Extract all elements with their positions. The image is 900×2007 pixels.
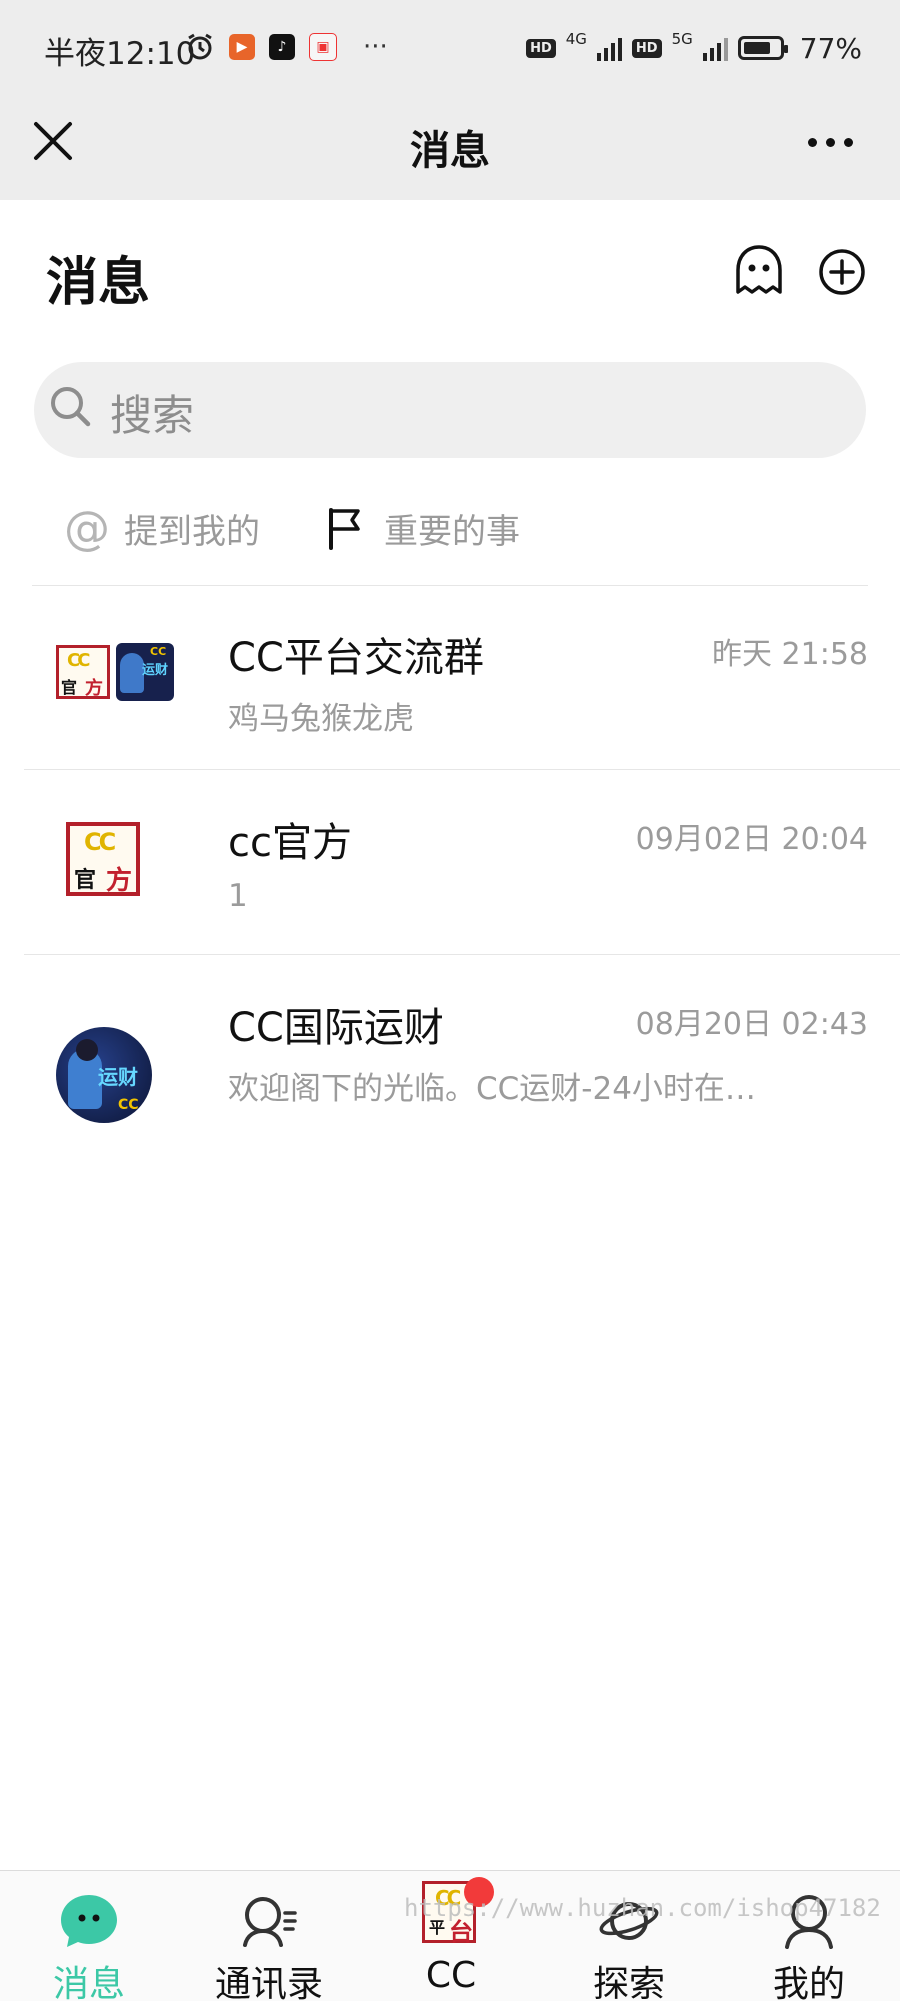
video-app-icon: ▶ bbox=[229, 34, 255, 60]
network-label-1: 4G bbox=[565, 30, 587, 48]
conversation-preview: 欢迎阁下的光临。CC运财-24小时在… bbox=[228, 1071, 756, 1107]
hd-badge-2: HD bbox=[631, 38, 662, 58]
status-time: 半夜12:10 bbox=[44, 36, 196, 72]
chat-bubble-icon bbox=[61, 1895, 117, 1947]
conversation-time: 08月20日 02:43 bbox=[635, 1007, 868, 1042]
hd-badge-1: HD bbox=[526, 38, 556, 58]
tab-messages-label: 消息 bbox=[52, 1964, 125, 2005]
conversation-preview: 1 bbox=[228, 878, 248, 914]
battery-percent: 77% bbox=[799, 31, 862, 65]
status-notification-icons: ▶ ♪ ▣ ··· bbox=[185, 30, 388, 64]
ghost-icon[interactable] bbox=[734, 244, 784, 296]
status-bar: 半夜12:10 ▶ ♪ ▣ ··· HD 4G HD 5G 77% bbox=[0, 0, 900, 96]
signal-bars-2-icon bbox=[702, 35, 728, 61]
conversation-name: CC平台交流群 bbox=[228, 635, 484, 681]
search-placeholder: 搜索 bbox=[110, 391, 195, 440]
filter-mentions[interactable]: @ 提到我的 bbox=[64, 500, 260, 556]
contacts-icon bbox=[243, 1897, 297, 1947]
filter-important[interactable]: 重要的事 bbox=[326, 500, 520, 556]
search-icon bbox=[51, 387, 91, 427]
conversation-name: CC国际运财 bbox=[228, 1005, 444, 1051]
title-bar-title: 消息 bbox=[410, 128, 490, 174]
at-icon: @ bbox=[64, 501, 110, 555]
watermark: https://www.huzhan.com/ishop47182 bbox=[404, 1894, 881, 1922]
filter-important-label: 重要的事 bbox=[384, 511, 520, 552]
tab-contacts-label: 通讯录 bbox=[214, 1964, 323, 2005]
conversation-preview: 鸡马兔猴龙虎 bbox=[228, 701, 414, 737]
battery-icon bbox=[737, 36, 788, 60]
conversation-row[interactable]: 运财 CC CC国际运财 08月20日 02:43 欢迎阁下的光临。CC运财-2… bbox=[0, 955, 900, 1139]
tab-cc[interactable]: CC 平 台 CC bbox=[376, 1871, 526, 2001]
tab-contacts[interactable]: 通讯录 bbox=[194, 1871, 344, 2005]
tab-explore[interactable]: 探索 bbox=[554, 1871, 704, 2005]
tab-cc-label: CC bbox=[425, 1955, 477, 1996]
conversation-time: 09月02日 20:04 bbox=[635, 822, 868, 857]
group-avatar: CC 官 方 运财 CC bbox=[56, 623, 174, 721]
flag-icon bbox=[329, 508, 360, 550]
tiktok-icon: ♪ bbox=[269, 34, 295, 60]
signal-bars-1-icon bbox=[596, 35, 622, 61]
yuncai-avatar: 运财 CC bbox=[56, 993, 174, 1123]
plus-circle-icon[interactable] bbox=[818, 248, 866, 296]
more-notifications: ··· bbox=[363, 32, 388, 62]
filter-mentions-label: 提到我的 bbox=[124, 511, 260, 552]
tab-me[interactable]: 我的 bbox=[734, 1871, 884, 2005]
page-title: 消息 bbox=[46, 253, 151, 313]
xiaohongshu-icon: ▣ bbox=[309, 33, 337, 61]
official-stamp-avatar: CC 官 方 bbox=[56, 808, 174, 906]
bottom-tab-bar: 消息 通讯录 CC 平 台 CC 探索 我的 bbox=[0, 1870, 900, 2005]
conversation-name: cc官方 bbox=[228, 820, 352, 866]
tab-explore-label: 探索 bbox=[592, 1964, 665, 2005]
tab-me-label: 我的 bbox=[772, 1964, 845, 2005]
battery-fill bbox=[743, 42, 770, 54]
tab-messages[interactable]: 消息 bbox=[14, 1871, 164, 2005]
alarm-icon bbox=[188, 33, 212, 60]
conversation-time: 昨天 21:58 bbox=[712, 637, 868, 672]
title-bar: 消息 bbox=[0, 96, 900, 200]
status-system-icons: HD 4G HD 5G 77% bbox=[526, 28, 862, 68]
conversation-row[interactable]: CC 官 方 cc官方 09月02日 20:04 1 bbox=[0, 770, 900, 954]
network-label-2: 5G bbox=[671, 30, 693, 48]
conversation-row[interactable]: CC 官 方 运财 CC CC平台交流群 昨天 21:58 鸡马兔猴龙虎 bbox=[0, 585, 900, 769]
more-icon[interactable] bbox=[808, 122, 864, 162]
